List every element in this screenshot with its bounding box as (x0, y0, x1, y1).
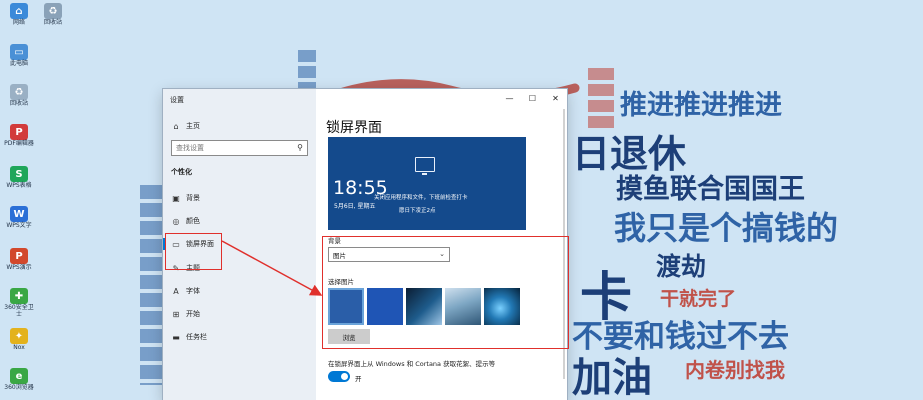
desktop-icon[interactable]: e 360浏览器 (2, 368, 36, 392)
nav-section-title: 个性化 (171, 168, 192, 176)
desktop-icon-label: Nox (13, 344, 25, 351)
start-icon: ⊞ (172, 309, 180, 319)
desktop-icon-label: 此电脑 (9, 60, 28, 67)
search-icon: ⚲ (297, 143, 303, 152)
toggle-state-label: 开 (355, 375, 362, 383)
page-title: 锁屏界面 (326, 120, 382, 136)
desktop-icon[interactable]: S WPS表格 (2, 166, 36, 190)
nav-item-label: 开始 (186, 310, 200, 318)
nav-item-label: 字体 (186, 287, 200, 295)
nav-item-taskbar[interactable]: ▬ 任务栏 (163, 328, 316, 346)
wallpaper-text: 不要和钱过不去 (572, 319, 789, 355)
computer-icon: ▭ (10, 44, 28, 60)
desktop-icon-label: PDF编辑器 (4, 140, 34, 147)
minimize-button[interactable]: — (498, 89, 521, 107)
wallpaper-text: 加油 (572, 355, 652, 400)
preview-notice: 愿日下凌正2点 (399, 208, 436, 214)
nav-item-home[interactable]: ⌂ 主页 (163, 117, 316, 135)
nav-item-start[interactable]: ⊞ 开始 (163, 305, 316, 323)
desktop-icon[interactable]: ✦ Nox (2, 328, 36, 352)
nav-item-colors[interactable]: ◎ 颜色 (163, 212, 316, 230)
desktop-icon[interactable]: ⌂ 网络 (2, 3, 36, 27)
wallpaper-text: 推进推进推进 (620, 90, 782, 121)
monitor-icon (415, 157, 435, 175)
maximize-button[interactable]: ☐ (521, 89, 544, 107)
wallpaper-decoration (588, 68, 614, 128)
nav-item-label: 任务栏 (186, 333, 207, 341)
recycle-bin-icon: ♻ (10, 84, 28, 100)
home-icon: ⌂ (173, 121, 179, 131)
nav-item-label: 背景 (186, 194, 200, 202)
preview-date: 5月6日, 星期五 (334, 203, 376, 210)
preview-notice: 关闭应用程序和文件，下班前检查打卡 (374, 195, 468, 201)
font-icon: A (173, 286, 179, 296)
lock-screen-preview: 18:55 5月6日, 星期五 关闭应用程序和文件，下班前检查打卡 愿日下凌正2… (328, 137, 526, 230)
image-icon: ▣ (172, 193, 180, 203)
close-button[interactable]: ✕ (544, 89, 567, 107)
desktop-icon-label: WPS演示 (6, 264, 32, 271)
wps-doc-icon: W (10, 206, 28, 222)
nav-item-fonts[interactable]: A 字体 (163, 282, 316, 300)
wallpaper-text: 卡 (580, 268, 633, 328)
desktop-icon-label: 360安全卫士 (4, 304, 34, 318)
desktop-icon[interactable]: ♻ 回收站 (36, 3, 70, 27)
desktop-icon-label: 网络 (12, 19, 25, 26)
wps-sheet-icon: S (10, 166, 28, 182)
desktop-icon-label: 回收站 (43, 19, 62, 26)
desktop-icon-label: WPS文字 (6, 222, 32, 229)
settings-search-box[interactable]: ⚲ (171, 140, 308, 156)
desktop-icon[interactable]: ♻ 回收站 (2, 84, 36, 108)
desktop-icon-label: 360浏览器 (4, 384, 34, 391)
wallpaper-text: 日退休 (572, 132, 687, 176)
nav-item-background[interactable]: ▣ 背景 (163, 189, 316, 207)
pdf-icon: P (10, 124, 28, 140)
browser-icon: e (10, 368, 28, 384)
wallpaper-text: 摸鱼联合国国王 (616, 174, 805, 205)
taskbar-icon: ▬ (172, 332, 180, 342)
desktop-icon[interactable]: ✚ 360安全卫士 (2, 288, 36, 319)
desktop-icon[interactable]: ▭ 此电脑 (2, 44, 36, 68)
network-icon: ⌂ (10, 3, 28, 19)
desktop-icon[interactable]: P PDF编辑器 (2, 124, 36, 148)
desktop-icon[interactable]: W WPS文字 (2, 206, 36, 230)
nav-item-label: 主页 (186, 122, 200, 130)
wallpaper-text: 内卷别找我 (685, 358, 785, 382)
wallpaper-text: 渡劫 (656, 252, 707, 281)
shield-icon: ✚ (10, 288, 28, 304)
desktop-icon[interactable]: P WPS演示 (2, 248, 36, 272)
emulator-icon: ✦ (10, 328, 28, 344)
window-title: 设置 (170, 96, 184, 104)
nav-item-label: 颜色 (186, 217, 200, 225)
palette-icon: ◎ (172, 216, 180, 226)
desktop-icon-label: 回收站 (9, 100, 28, 107)
wallpaper-text: 我只是个搞钱的 (614, 209, 839, 247)
window-controls: — ☐ ✕ (498, 89, 567, 107)
cortana-tips-label: 在锁屏界面上从 Windows 和 Cortana 获取花絮、提示等 (328, 360, 496, 368)
recycle-bin-icon: ♻ (44, 3, 62, 19)
search-input[interactable] (176, 144, 294, 152)
annotation-box-background-settings (322, 236, 569, 349)
wallpaper-text: 干就完了 (660, 288, 737, 310)
wps-ppt-icon: P (10, 248, 28, 264)
cortana-tips-toggle[interactable] (328, 371, 350, 382)
annotation-box-lock-screen (165, 233, 222, 270)
desktop-icon-label: WPS表格 (6, 182, 32, 189)
